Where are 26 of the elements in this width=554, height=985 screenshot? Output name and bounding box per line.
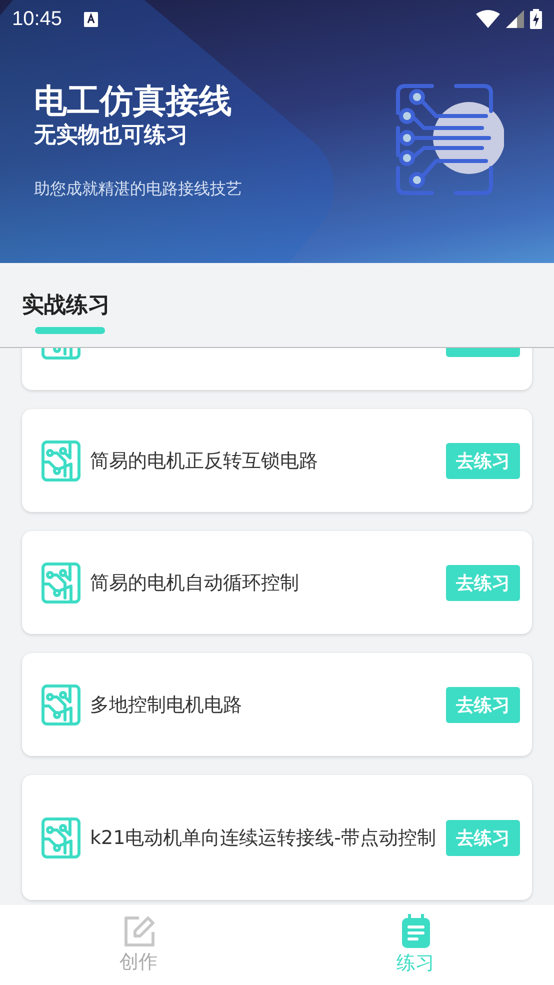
circuit-board-icon (40, 562, 82, 604)
practice-button[interactable]: 去练习 (446, 820, 520, 856)
practice-button[interactable]: 去练习 (446, 442, 520, 478)
section-underline (35, 327, 105, 334)
banner-title: 电工仿真接线 (34, 81, 233, 121)
exercise-title: 多地控制电机电路 (90, 692, 243, 718)
banner-subtitle: 无实物也可练习 (34, 122, 189, 150)
circuit-board-icon (40, 816, 82, 858)
status-time: 10:45 (12, 8, 62, 30)
banner-tagline: 助您成就精湛的电路接线技艺 (34, 179, 243, 200)
circuit-board-icon (40, 440, 82, 482)
exercise-title: 简易的电机自动循环控制 (90, 570, 300, 596)
practice-button[interactable]: 去练习 (446, 564, 520, 600)
circuit-board-icon (40, 684, 82, 726)
battery-icon (530, 9, 542, 29)
wifi-icon (476, 10, 500, 28)
section-title: 实战练习 (22, 292, 111, 320)
exercise-title: k21电动机单向连续运转接线-带点动控制 (90, 826, 438, 850)
exercise-title: 简易的电机正反转互锁电路 (90, 448, 319, 474)
tab-bar-item[interactable]: 练习 (277, 905, 554, 985)
notepad-icon (402, 914, 430, 948)
keyboard-icon (84, 12, 98, 26)
tab-bar-item[interactable]: 创作 (0, 905, 277, 985)
edit-icon (122, 915, 154, 947)
practice-button[interactable]: 去练习 (446, 686, 520, 722)
signal-icon (506, 10, 524, 28)
